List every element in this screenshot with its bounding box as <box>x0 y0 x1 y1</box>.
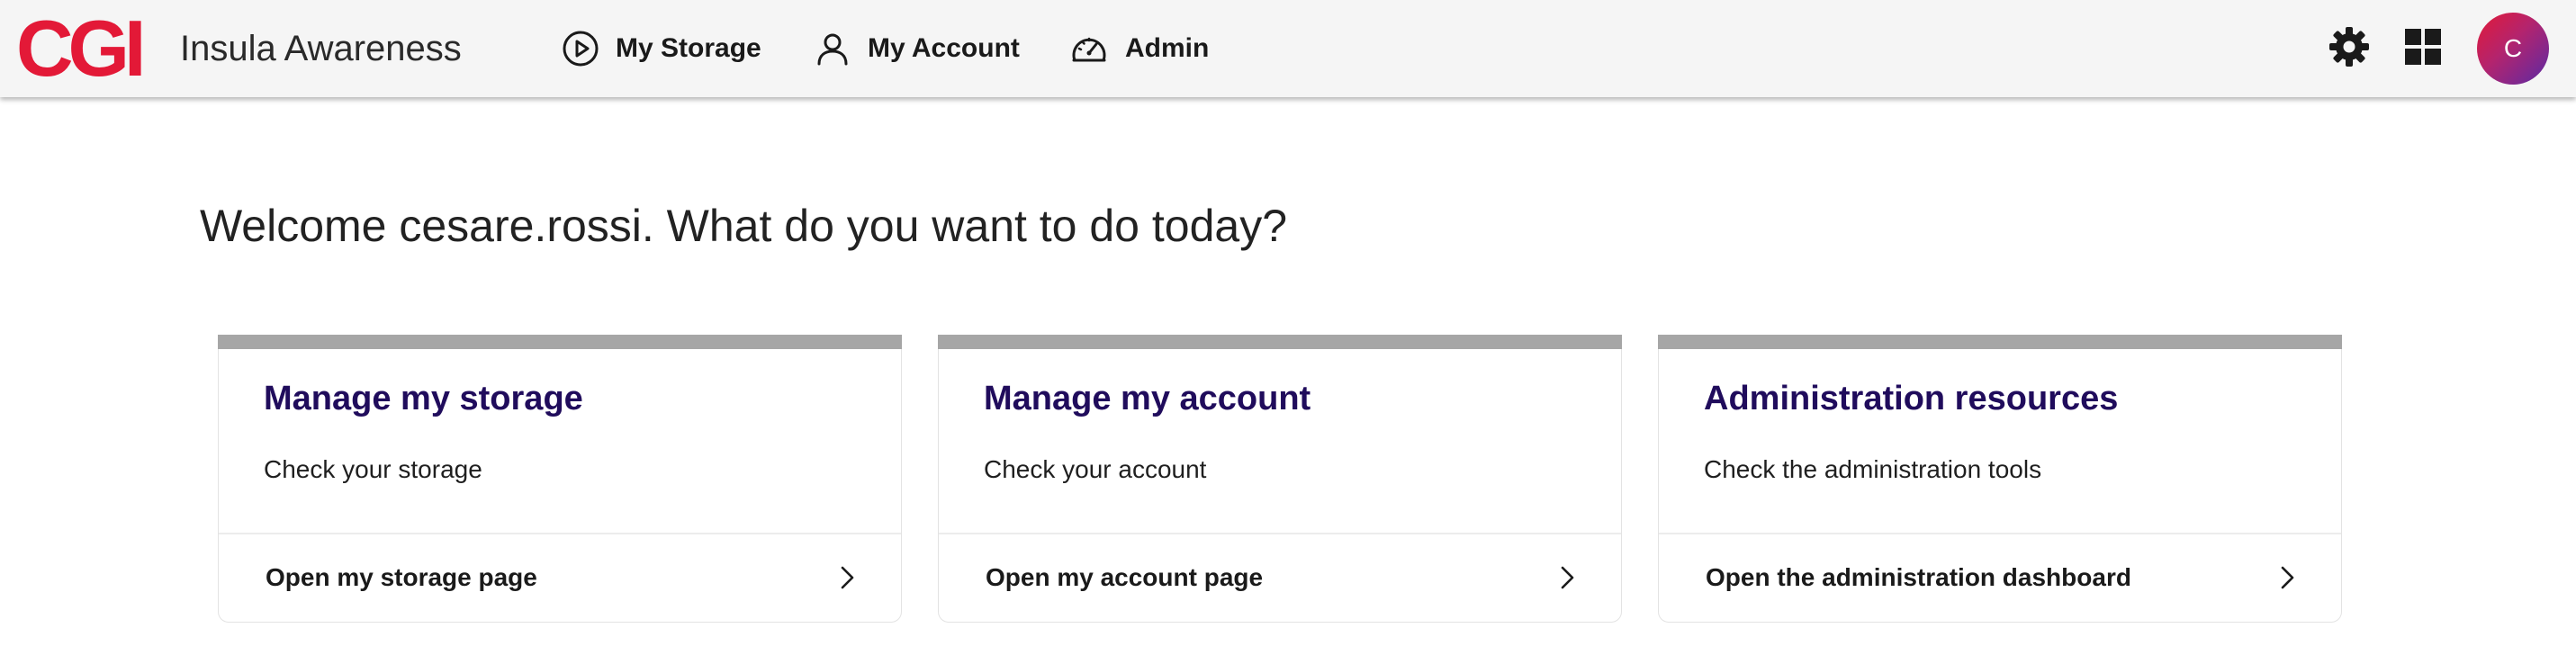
card-description: Check your account <box>984 455 1207 483</box>
cgi-logo[interactable]: CGI <box>16 5 146 92</box>
top-app-bar: CGI Insula Awareness My Storage My Accou… <box>0 0 2576 97</box>
nav-my-storage[interactable]: My Storage <box>562 0 761 97</box>
app-title: Insula Awareness <box>180 28 462 68</box>
card-link-label: Open the administration dashboard <box>1706 563 2131 591</box>
card-link-label: Open my storage page <box>266 563 537 591</box>
welcome-heading: Welcome cesare.rossi. What do you want t… <box>200 201 1288 251</box>
open-storage-page-link[interactable]: Open my storage page <box>219 534 901 621</box>
card-link-label: Open my account page <box>986 563 1264 591</box>
card-manage-storage: Manage my storage Check your storage Ope… <box>218 335 902 623</box>
grid-icon <box>2404 28 2442 70</box>
card-title: Manage my account <box>984 380 1311 417</box>
nav-my-storage-label: My Storage <box>616 33 761 63</box>
card-accent-bar <box>1658 335 2342 349</box>
play-circle-icon <box>562 30 599 67</box>
gear-icon <box>2328 25 2371 73</box>
user-icon <box>814 30 851 67</box>
open-account-page-link[interactable]: Open my account page <box>939 534 1621 621</box>
card-description: Check your storage <box>264 455 482 483</box>
card-title: Manage my storage <box>264 380 583 417</box>
card-manage-account: Manage my account Check your account Ope… <box>938 335 1622 623</box>
apps-button[interactable] <box>2401 27 2445 70</box>
chevron-right-icon <box>1553 563 1581 592</box>
settings-button[interactable] <box>2328 25 2371 73</box>
chevron-right-icon <box>2273 563 2301 592</box>
card-description: Check the administration tools <box>1704 455 2042 483</box>
open-admin-dashboard-link[interactable]: Open the administration dashboard <box>1659 534 2341 621</box>
card-title: Administration resources <box>1704 380 2119 417</box>
chevron-right-icon <box>833 563 861 592</box>
speedometer-icon <box>1069 30 1109 67</box>
nav-my-account[interactable]: My Account <box>814 0 1020 97</box>
card-administration-resources: Administration resources Check the admin… <box>1658 335 2342 623</box>
card-accent-bar <box>218 335 902 349</box>
nav-admin-label: Admin <box>1125 33 1210 63</box>
nav-admin[interactable]: Admin <box>1069 0 1209 97</box>
user-avatar[interactable]: C <box>2477 13 2549 85</box>
nav-my-account-label: My Account <box>868 33 1020 63</box>
card-accent-bar <box>938 335 1622 349</box>
